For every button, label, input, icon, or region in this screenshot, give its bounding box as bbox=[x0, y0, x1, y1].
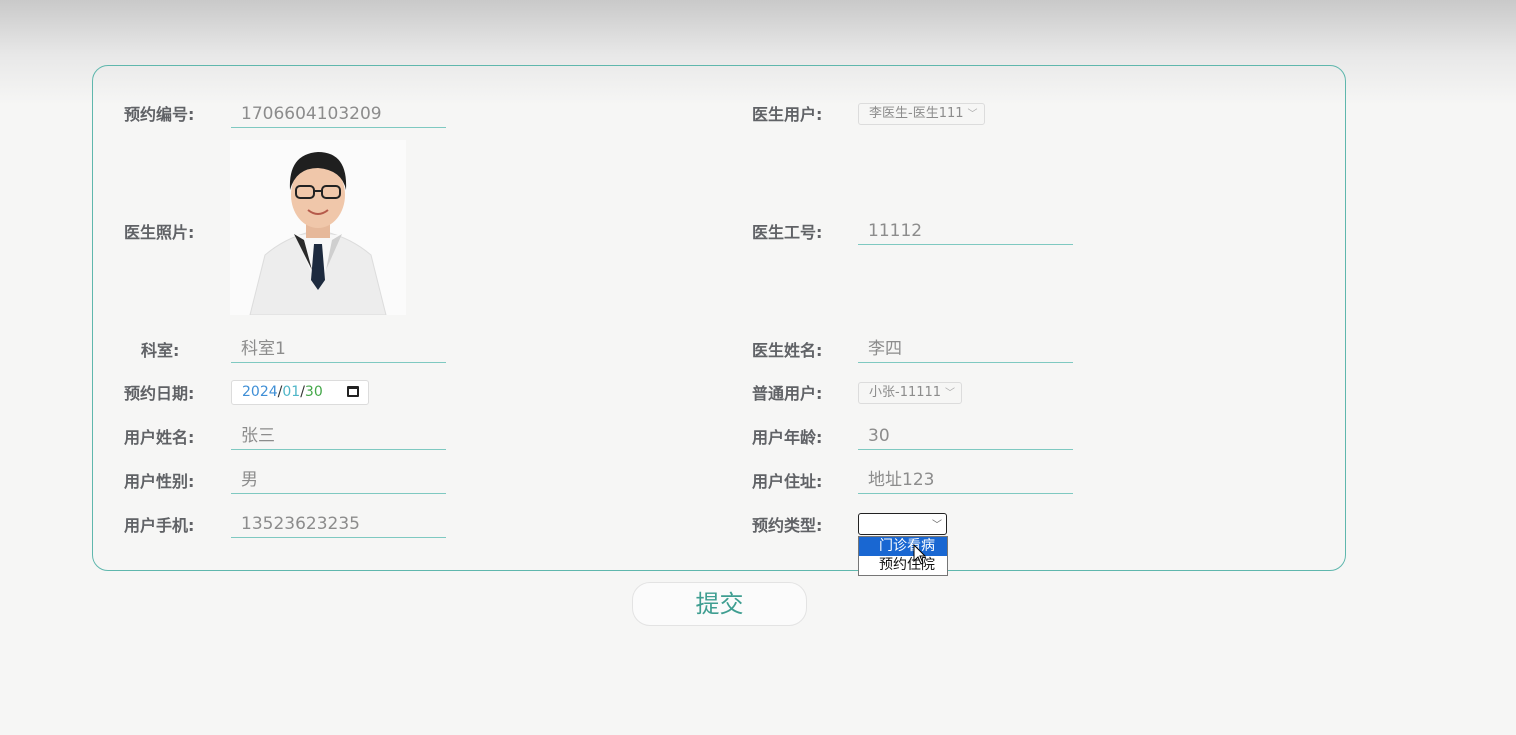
doctor-portrait-image bbox=[249, 152, 387, 315]
pointer-cursor-icon bbox=[913, 544, 927, 565]
doctor-name-field[interactable]: 李四 bbox=[858, 337, 1073, 363]
doctor-id-field[interactable]: 11112 bbox=[858, 219, 1073, 245]
label-user-phone: 用户手机: bbox=[124, 516, 195, 535]
label-appointment-no: 预约编号: bbox=[124, 105, 195, 124]
doctor-user-value: 李医生-医生111 bbox=[869, 106, 964, 121]
user-gender-field[interactable]: 男 bbox=[231, 468, 446, 494]
label-doctor-user: 医生用户: bbox=[752, 105, 823, 124]
appointment-type-dropdown-menu: 门诊看病 预约住院 bbox=[858, 536, 948, 576]
doctor-photo bbox=[230, 140, 406, 315]
label-doctor-id: 医生工号: bbox=[752, 223, 823, 242]
chevron-down-icon: ﹀ bbox=[945, 388, 956, 399]
user-address-field[interactable]: 地址123 bbox=[858, 468, 1073, 494]
normal-user-select[interactable]: 小张-11111 ﹀ bbox=[858, 382, 963, 404]
appointment-no-field[interactable]: 1706604103209 bbox=[231, 102, 446, 128]
label-user-gender: 用户性别: bbox=[124, 472, 195, 491]
option-outpatient[interactable]: 门诊看病 bbox=[859, 537, 947, 556]
label-appointment-date: 预约日期: bbox=[124, 384, 195, 403]
appointment-type-select[interactable]: ﹀ bbox=[858, 513, 947, 535]
chevron-down-icon: ﹀ bbox=[932, 520, 942, 531]
appointment-date-input[interactable]: 2024/01/30 bbox=[231, 380, 369, 405]
date-year[interactable]: 2024 bbox=[242, 384, 278, 400]
doctor-user-select[interactable]: 李医生-医生111 ﹀ bbox=[858, 103, 985, 125]
label-department: 科室: bbox=[141, 341, 180, 360]
label-doctor-name: 医生姓名: bbox=[752, 341, 823, 360]
date-day[interactable]: 30 bbox=[305, 384, 323, 400]
normal-user-value: 小张-11111 bbox=[869, 385, 942, 400]
option-hospitalization[interactable]: 预约住院 bbox=[859, 556, 947, 575]
label-user-address: 用户住址: bbox=[752, 472, 823, 491]
department-field[interactable]: 科室1 bbox=[231, 337, 446, 363]
submit-button[interactable]: 提交 bbox=[632, 582, 807, 626]
user-phone-field[interactable]: 13523623235 bbox=[231, 512, 446, 538]
chevron-down-icon: ﹀ bbox=[967, 109, 978, 120]
label-appointment-type: 预约类型: bbox=[752, 516, 823, 535]
calendar-icon[interactable] bbox=[347, 386, 359, 397]
label-user-name: 用户姓名: bbox=[124, 428, 195, 447]
user-age-field[interactable]: 30 bbox=[858, 424, 1073, 450]
user-name-field[interactable]: 张三 bbox=[231, 424, 446, 450]
label-normal-user: 普通用户: bbox=[752, 384, 823, 403]
label-doctor-photo: 医生照片: bbox=[124, 223, 195, 242]
label-user-age: 用户年龄: bbox=[752, 428, 823, 447]
date-month[interactable]: 01 bbox=[282, 384, 300, 400]
